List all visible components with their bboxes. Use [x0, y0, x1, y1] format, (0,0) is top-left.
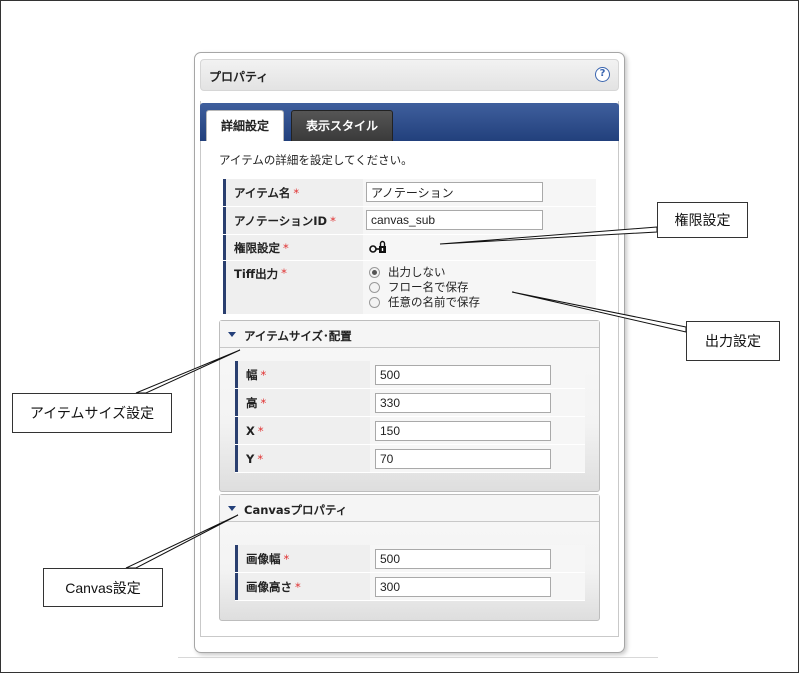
connector-canvas	[125, 514, 239, 569]
callout-item-size: アイテムサイズ設定	[12, 393, 172, 433]
callout-output: 出力設定	[686, 321, 780, 361]
callout-permission: 権限設定	[657, 202, 748, 238]
connector-item-size	[135, 349, 241, 394]
connector-output	[511, 291, 687, 333]
callout-canvas: Canvas設定	[43, 568, 163, 607]
connector-permission	[439, 226, 658, 245]
